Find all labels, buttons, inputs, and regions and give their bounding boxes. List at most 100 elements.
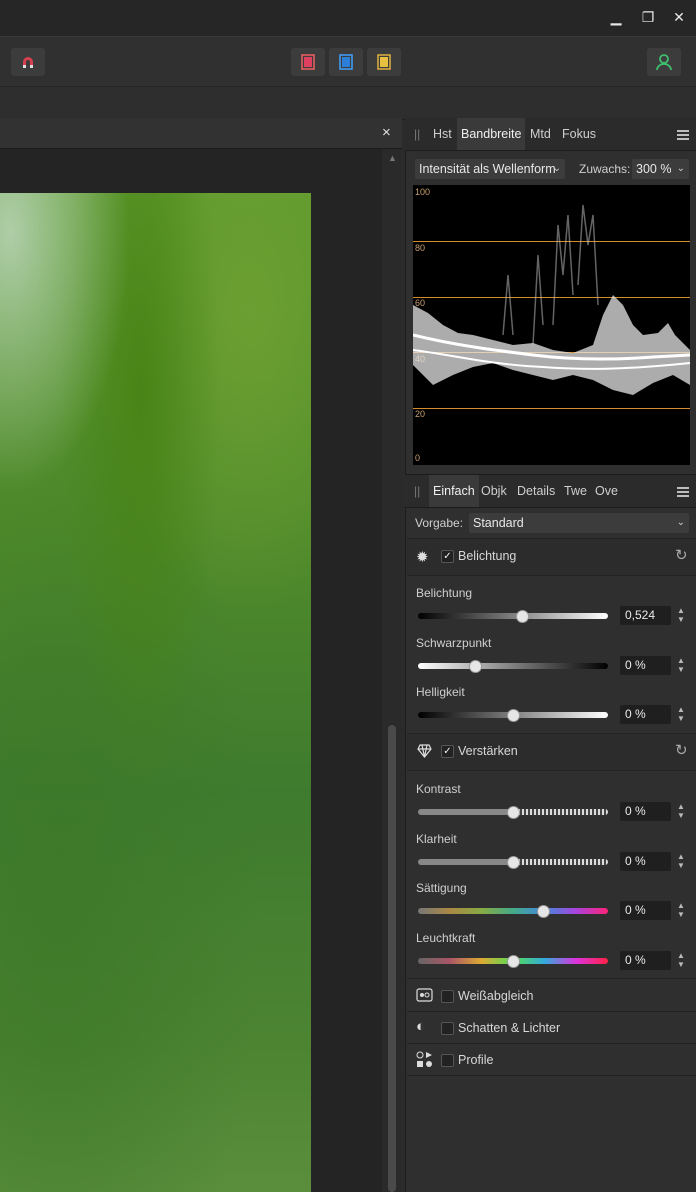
panel-menu-icon[interactable] [677,485,689,499]
split-yellow-icon [377,54,391,70]
split-view-yellow-button[interactable] [367,48,401,76]
slider-value-field[interactable]: 0 % [620,705,671,724]
enhance-section-header[interactable]: ✓ Verstärken ↻ [407,734,696,770]
slider-label: Helligkeit [416,685,465,699]
user-icon [656,54,672,71]
slider-row: Helligkeit 0 % ▲ ▼ [407,679,696,725]
slider-label: Belichtung [416,586,473,600]
panel-menu-icon[interactable] [677,128,689,142]
tab-hst[interactable]: Hst [429,118,456,150]
slider-track[interactable] [418,905,608,918]
slider-row: Schwarzpunkt 0 % ▲ ▼ [407,630,696,676]
tab-details[interactable]: Details [513,475,559,507]
preset-value: Standard [473,516,524,530]
slider-track[interactable] [418,659,608,673]
shadows-section-header[interactable]: ◐ Schatten & Lichter [407,1012,696,1043]
profiles-section-header[interactable]: Profile [407,1044,696,1075]
spinner-arrows-icon[interactable]: ▲ ▼ [675,852,687,871]
split-blue-icon [339,54,353,70]
slider-track[interactable] [418,855,608,869]
minimize-button[interactable]: ▁ [604,6,628,28]
tab-bandbreite[interactable]: Bandbreite [457,118,526,150]
white-balance-title: Weißabgleich [458,989,534,1003]
slider-knob[interactable] [507,806,520,819]
reset-icon[interactable]: ↻ [675,546,688,564]
slider-row: Belichtung 0,524 ▲ ▼ [407,580,696,626]
divider [407,575,696,576]
exposure-title: Belichtung [458,549,517,563]
restore-button[interactable]: ❐ [636,6,660,28]
slider-label: Klarheit [416,831,457,846]
exposure-section-header[interactable]: ✹ ✓ Belichtung ↻ [407,539,696,575]
profiles-checkbox[interactable] [441,1054,454,1067]
slider-knob[interactable] [515,610,529,623]
slider-track[interactable] [418,954,608,968]
enhance-title: Verstärken [458,744,518,758]
slider-value-field[interactable]: 0 % [620,851,671,871]
slider-value-field[interactable]: 0,524 [620,606,671,625]
enhance-checkbox[interactable]: ✓ [441,745,454,758]
scope-mode-value: Intensität als Wellenform [419,162,556,176]
spinner-arrows-icon[interactable]: ▲ ▼ [675,656,687,675]
spinner-arrows-icon[interactable]: ▲ ▼ [675,802,687,821]
tab-mtd[interactable]: Mtd [526,118,555,150]
split-view-blue-button[interactable] [329,48,363,76]
slider-label: Schwarzpunkt [416,635,492,650]
slider-label: Sättigung [416,881,467,895]
waveform-trace [413,204,690,395]
sun-icon: ✹ [416,549,429,566]
user-account-button[interactable] [647,48,681,76]
tab-fokus[interactable]: Fokus [558,118,600,150]
slider-track[interactable] [418,610,608,623]
tab-objk[interactable]: Objk [477,475,511,507]
zoom-select[interactable]: 300 % ⌄ [632,159,689,179]
exposure-checkbox[interactable]: ✓ [441,550,454,563]
title-bar: ▁ ❐ ✕ [0,0,696,36]
slider-track[interactable] [418,806,608,819]
white-balance-checkbox[interactable] [441,990,454,1003]
white-balance-section-header[interactable]: Weißabgleich [407,980,696,1011]
tab-twe[interactable]: Twe [560,475,591,507]
slider-knob[interactable] [507,954,520,968]
scroll-up-icon[interactable]: ▲ [388,153,397,163]
slider-knob[interactable] [536,905,550,918]
preset-label: Vorgabe: [415,516,464,530]
slider-value-field[interactable]: 0 % [620,655,671,675]
panel-grip-icon[interactable]: || [414,118,420,150]
tab-ove[interactable]: Ove [591,475,622,507]
magnet-tool-button[interactable] [11,48,45,76]
shadows-highlights-icon: ◐ [416,1018,426,1035]
zoom-value: 300 % [636,162,672,176]
slider-track[interactable] [418,709,608,722]
spinner-arrows-icon[interactable]: ▲ ▼ [675,606,687,625]
spinner-arrows-icon[interactable]: ▲ ▼ [675,705,687,724]
slider-knob[interactable] [469,659,482,673]
chevron-down-icon: ⌄ [552,163,561,174]
spinner-arrows-icon[interactable]: ▲ ▼ [675,901,687,920]
slider-knob[interactable] [507,855,520,869]
divider [407,770,696,771]
scrollbar-thumb[interactable] [388,725,396,1192]
close-document-button[interactable]: × [382,124,391,141]
close-window-button[interactable]: ✕ [667,6,691,28]
slider-row: Klarheit 0 % ▲ ▼ [407,826,696,872]
slider-value-field[interactable]: 0 % [620,802,671,821]
reset-icon[interactable]: ↻ [675,741,688,759]
chevron-down-icon: ⌄ [676,517,685,528]
spinner-arrows-icon[interactable]: ▲ ▼ [675,951,687,970]
magnet-icon [23,57,33,68]
scope-tabs: || Hst Bandbreite Mtd Fokus [405,118,696,151]
slider-knob[interactable] [507,709,520,722]
scope-mode-select[interactable]: Intensität als Wellenform ⌄ [415,159,565,179]
toolbar [0,36,696,87]
slider-value-field[interactable]: 0 % [620,901,671,920]
preset-select[interactable]: Standard ⌄ [469,513,689,533]
slider-label: Kontrast [416,782,461,796]
slider-value-field[interactable]: 0 % [620,950,671,970]
photo-image[interactable] [0,193,311,1192]
tab-einfach[interactable]: Einfach [429,475,479,507]
panel-grip-icon[interactable]: || [414,475,420,507]
shadows-checkbox[interactable] [441,1022,454,1035]
document-tab-bar: × [0,118,402,149]
split-view-red-button[interactable] [291,48,325,76]
